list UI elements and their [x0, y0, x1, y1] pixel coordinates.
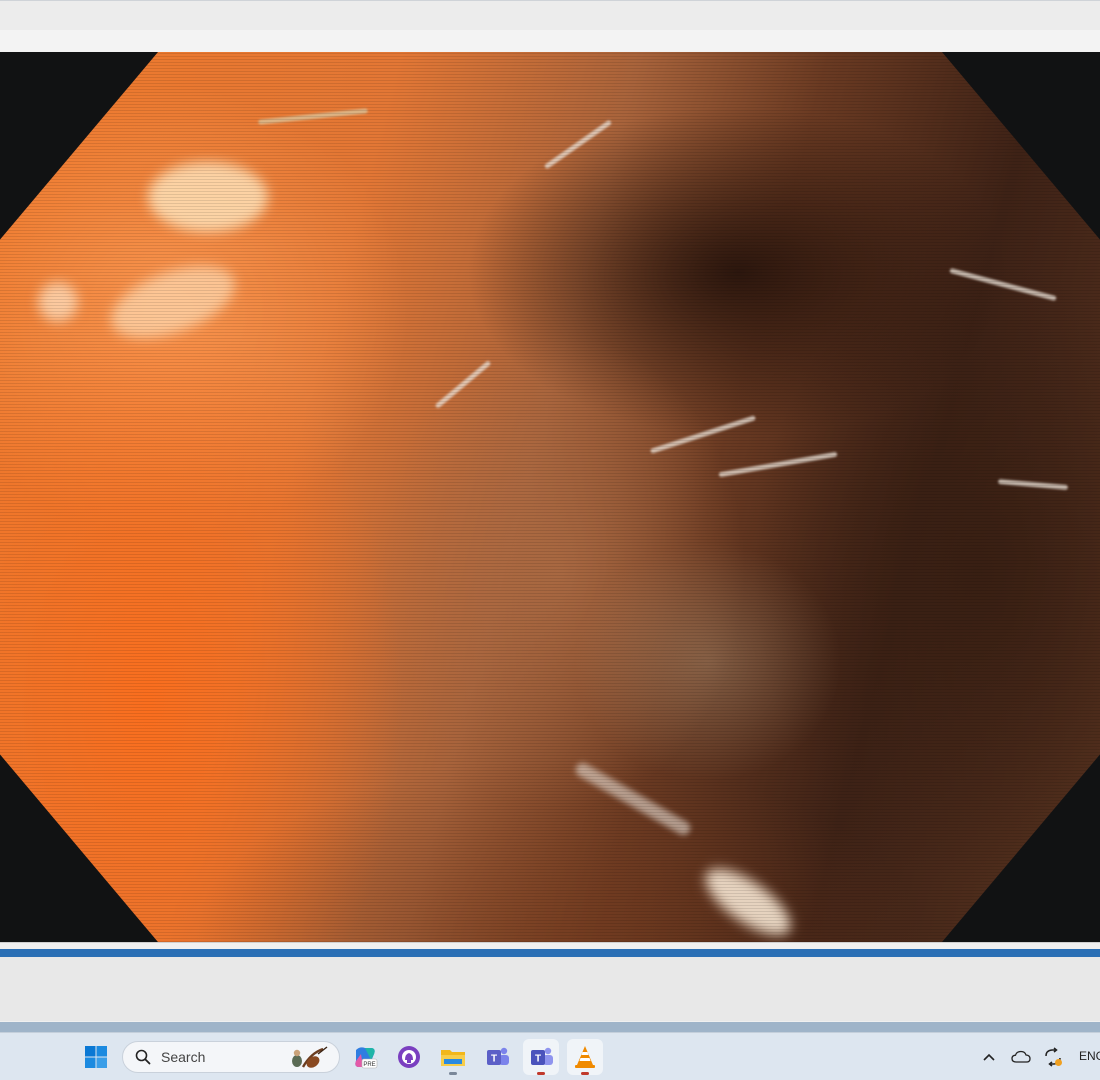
taskbar-app-teams-classic[interactable]: T: [479, 1039, 515, 1075]
search-icon: [133, 1047, 153, 1067]
sync-icon: [1045, 1047, 1062, 1067]
taskbar-app-teams[interactable]: T: [523, 1039, 559, 1075]
github-desktop-icon: [398, 1046, 420, 1068]
taskbar-app-file-explorer[interactable]: [435, 1039, 471, 1075]
taskbar-app-vlc[interactable]: [567, 1039, 603, 1075]
teams-icon: T: [531, 1047, 553, 1065]
video-display-area[interactable]: [0, 52, 1100, 942]
taskbar-search-box[interactable]: [122, 1041, 340, 1073]
copilot-app-icon: PRE: [355, 1047, 378, 1069]
file-explorer-icon: [441, 1050, 465, 1066]
endoscopy-video-frame: [0, 52, 1100, 942]
taskbar-app-github-desktop[interactable]: [391, 1039, 427, 1075]
teams-classic-icon: T: [487, 1047, 509, 1065]
screen: PRE T: [0, 0, 1100, 1080]
input-language-indicator[interactable]: ENG: [1079, 1049, 1100, 1063]
seek-bar-fill: [0, 949, 1100, 957]
svg-text:PRE: PRE: [363, 1062, 375, 1068]
search-input[interactable]: [159, 1048, 273, 1066]
player-controls-panel: [0, 942, 1100, 1022]
vlc-icon: [575, 1046, 595, 1068]
sync-tray-button[interactable]: [1041, 1045, 1065, 1069]
taskbar-app-copilot[interactable]: PRE: [347, 1039, 383, 1075]
onedrive-cloud-icon: [1011, 1050, 1031, 1063]
window-bottom-edge: [0, 1022, 1100, 1032]
show-hidden-icons-button[interactable]: [977, 1045, 1001, 1069]
chevron-up-icon: [983, 1053, 995, 1061]
player-controls-area: [0, 957, 1100, 1021]
windows-start-icon: [85, 1046, 107, 1068]
onedrive-tray-button[interactable]: [1009, 1045, 1033, 1069]
seek-bar[interactable]: [0, 949, 1100, 957]
svg-text:T: T: [535, 1054, 541, 1065]
taskbar: PRE T: [0, 1032, 1100, 1080]
start-button[interactable]: [78, 1039, 114, 1075]
window-menu-bar[interactable]: [0, 30, 1100, 52]
window-title-bar[interactable]: [0, 0, 1100, 30]
svg-text:T: T: [491, 1054, 497, 1065]
search-highlight-icon[interactable]: [285, 1045, 331, 1071]
